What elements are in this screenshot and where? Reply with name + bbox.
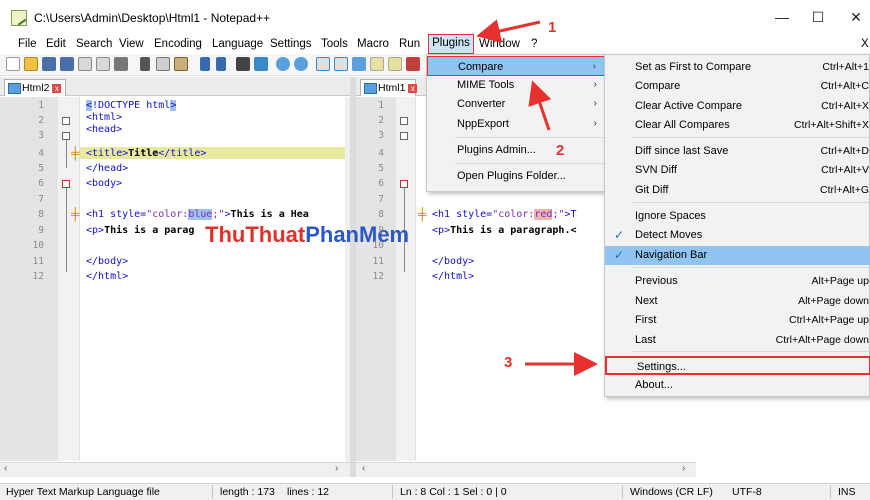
status-separator bbox=[392, 485, 393, 499]
line-number: 12 bbox=[372, 271, 384, 282]
annotation-arrows bbox=[476, 19, 598, 376]
line-number: 6 bbox=[378, 178, 384, 189]
line-number: 8 bbox=[378, 209, 384, 220]
status-insert-mode: INS bbox=[838, 486, 856, 498]
status-filetype: Hyper Text Markup Language file bbox=[6, 486, 160, 498]
line-number: 9 bbox=[378, 225, 384, 236]
status-separator bbox=[622, 485, 623, 499]
line-number: 3 bbox=[38, 130, 44, 141]
annotation-number-2: 2 bbox=[556, 142, 565, 159]
annotation-number-1: 1 bbox=[548, 19, 557, 36]
line-number: 6 bbox=[38, 178, 44, 189]
line-number: 10 bbox=[32, 240, 44, 251]
status-length: length : 173 bbox=[220, 486, 275, 498]
line-number: 10 bbox=[372, 240, 384, 251]
status-separator bbox=[830, 485, 831, 499]
status-separator bbox=[212, 485, 213, 499]
status-eol[interactable]: Windows (CR LF) bbox=[630, 486, 713, 498]
arrow-1 bbox=[476, 19, 541, 43]
line-number: 5 bbox=[38, 163, 44, 174]
status-position: Ln : 8 Col : 1 Sel : 0 | 0 bbox=[400, 486, 507, 498]
line-number: 4 bbox=[38, 148, 44, 159]
line-number: 2 bbox=[38, 115, 44, 126]
line-number: 1 bbox=[38, 100, 44, 111]
status-lines: lines : 12 bbox=[287, 486, 330, 498]
line-number: 5 bbox=[378, 163, 384, 174]
line-number: 12 bbox=[32, 271, 44, 282]
line-number: 9 bbox=[38, 225, 44, 236]
line-number: 3 bbox=[378, 130, 384, 141]
annotation-number-3: 3 bbox=[504, 354, 513, 371]
line-number: 8 bbox=[38, 209, 44, 220]
line-number: 11 bbox=[372, 256, 384, 267]
line-number: 1 bbox=[378, 100, 384, 111]
line-number: 7 bbox=[378, 194, 384, 205]
line-number: 2 bbox=[378, 115, 384, 126]
line-number: 7 bbox=[38, 194, 44, 205]
line-number: 4 bbox=[378, 148, 384, 159]
status-encoding[interactable]: UTF-8 bbox=[732, 486, 762, 498]
arrow-2 bbox=[528, 80, 552, 131]
line-number: 11 bbox=[32, 256, 44, 267]
